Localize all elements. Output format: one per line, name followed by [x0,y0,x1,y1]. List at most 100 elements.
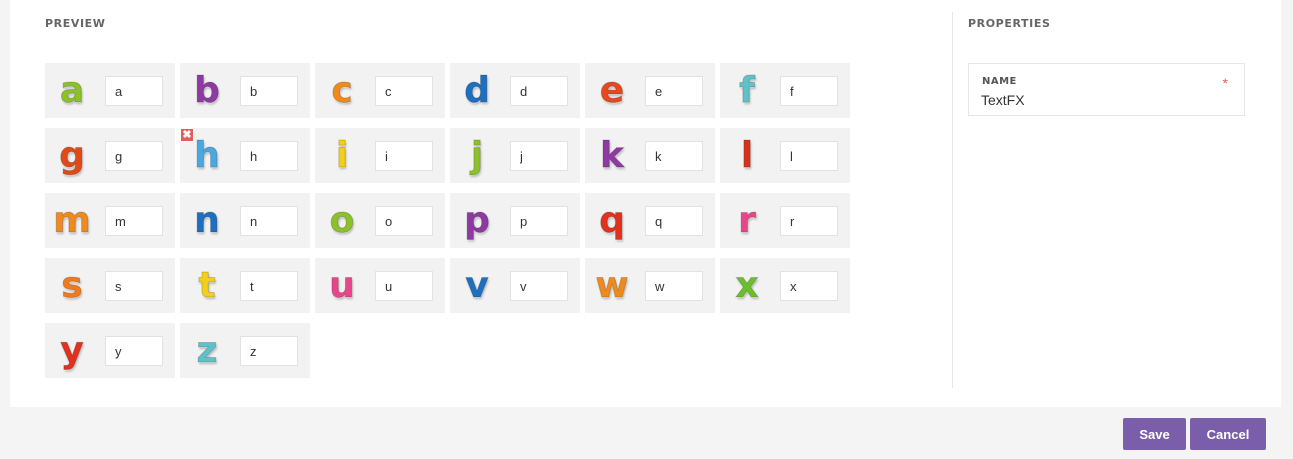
letter-cell-r: r [720,193,850,248]
letter-cell-y: y [45,323,175,378]
letter-glyph: u [329,265,356,306]
letter-glyph: e [599,70,625,111]
letter-input-n[interactable] [240,206,298,236]
save-button[interactable]: Save [1123,418,1186,450]
letter-image-k[interactable]: k [593,136,631,176]
letter-input-u[interactable] [375,271,433,301]
letter-image-x[interactable]: x [728,266,766,306]
letter-cell-s: s [45,258,175,313]
letter-image-m[interactable]: m [53,200,92,241]
letter-input-r[interactable] [780,206,838,236]
letter-image-c[interactable]: c [323,71,361,111]
letter-cell-i: i [315,128,445,183]
name-field[interactable]: NAME * [968,63,1245,116]
letter-image-g[interactable]: g [53,136,91,176]
letter-cell-z: z [180,323,310,378]
letter-glyph: l [740,135,754,176]
letter-input-e[interactable] [645,76,703,106]
letter-cell-d: d [450,63,580,118]
letter-image-e[interactable]: e [593,71,631,111]
letter-cell-g: g [45,128,175,183]
letter-cell-k: k [585,128,715,183]
letter-image-d[interactable]: d [458,71,496,111]
letter-cell-v: v [450,258,580,313]
letter-input-j[interactable] [510,141,568,171]
letter-image-b[interactable]: b [188,71,226,111]
letter-glyph: n [194,200,221,241]
letter-image-p[interactable]: p [458,201,496,241]
letter-image-f[interactable]: f [728,71,766,111]
letter-input-y[interactable] [105,336,163,366]
name-input[interactable] [981,92,1211,108]
letter-input-z[interactable] [240,336,298,366]
letter-image-h[interactable]: h [188,136,226,176]
letter-image-l[interactable]: l [728,136,766,176]
letter-glyph: i [335,135,349,176]
letter-glyph: m [53,200,92,241]
letter-input-c[interactable] [375,76,433,106]
letter-image-n[interactable]: n [188,201,226,241]
letter-glyph: d [464,70,491,111]
required-indicator: * [1222,75,1228,91]
letter-cell-c: c [315,63,445,118]
letter-input-a[interactable] [105,76,163,106]
letter-input-d[interactable] [510,76,568,106]
letter-cell-t: t [180,258,310,313]
editor-panel: PREVIEW PROPERTIES a b c d e f g h✖ i j k l m n o p q r s t… [10,0,1281,407]
letter-cell-f: f [720,63,850,118]
letter-glyph: x [735,265,759,306]
letter-glyph: q [599,200,626,241]
letter-input-l[interactable] [780,141,838,171]
letter-input-h[interactable] [240,141,298,171]
letter-input-g[interactable] [105,141,163,171]
letter-image-i[interactable]: i [323,136,361,176]
letter-glyph: s [61,265,83,306]
letter-image-w[interactable]: w [593,266,631,306]
letter-input-x[interactable] [780,271,838,301]
letter-cell-e: e [585,63,715,118]
letter-input-o[interactable] [375,206,433,236]
letter-image-t[interactable]: t [188,266,226,306]
letter-cell-h: h ✖ [180,128,310,183]
letter-image-u[interactable]: u [323,266,361,306]
letter-glyph: w [595,265,629,306]
preview-title: PREVIEW [45,17,106,30]
letter-cell-u: u [315,258,445,313]
letter-cell-l: l [720,128,850,183]
letter-input-f[interactable] [780,76,838,106]
properties-title: PROPERTIES [968,17,1051,30]
letter-input-w[interactable] [645,271,703,301]
letter-input-i[interactable] [375,141,433,171]
letter-image-s[interactable]: s [53,266,91,306]
name-label: NAME [982,76,1017,87]
letter-glyph: t [198,265,216,306]
letter-image-q[interactable]: q [593,201,631,241]
letter-glyph: v [465,265,489,306]
letter-cell-b: b [180,63,310,118]
letter-image-z[interactable]: z [188,331,226,371]
letter-image-o[interactable]: o [323,201,361,241]
letter-glyph: g [59,135,86,176]
letter-input-b[interactable] [240,76,298,106]
letter-input-p[interactable] [510,206,568,236]
letter-input-m[interactable] [105,206,163,236]
letter-glyph: k [600,135,625,176]
letter-cell-w: w [585,258,715,313]
letter-input-q[interactable] [645,206,703,236]
letter-glyph: f [739,70,756,111]
letter-input-v[interactable] [510,271,568,301]
letter-input-k[interactable] [645,141,703,171]
cancel-button[interactable]: Cancel [1190,418,1266,450]
letter-input-t[interactable] [240,271,298,301]
close-icon[interactable]: ✖ [180,128,194,142]
panel-divider [952,12,953,388]
letter-cell-a: a [45,63,175,118]
letter-image-r[interactable]: r [728,201,766,241]
letter-image-y[interactable]: y [53,331,91,371]
letter-glyph: c [331,70,353,111]
letter-glyph: a [59,70,85,111]
letter-image-j[interactable]: j [458,136,496,176]
letter-input-s[interactable] [105,271,163,301]
letter-image-v[interactable]: v [458,266,496,306]
letter-image-a[interactable]: a [53,71,91,111]
